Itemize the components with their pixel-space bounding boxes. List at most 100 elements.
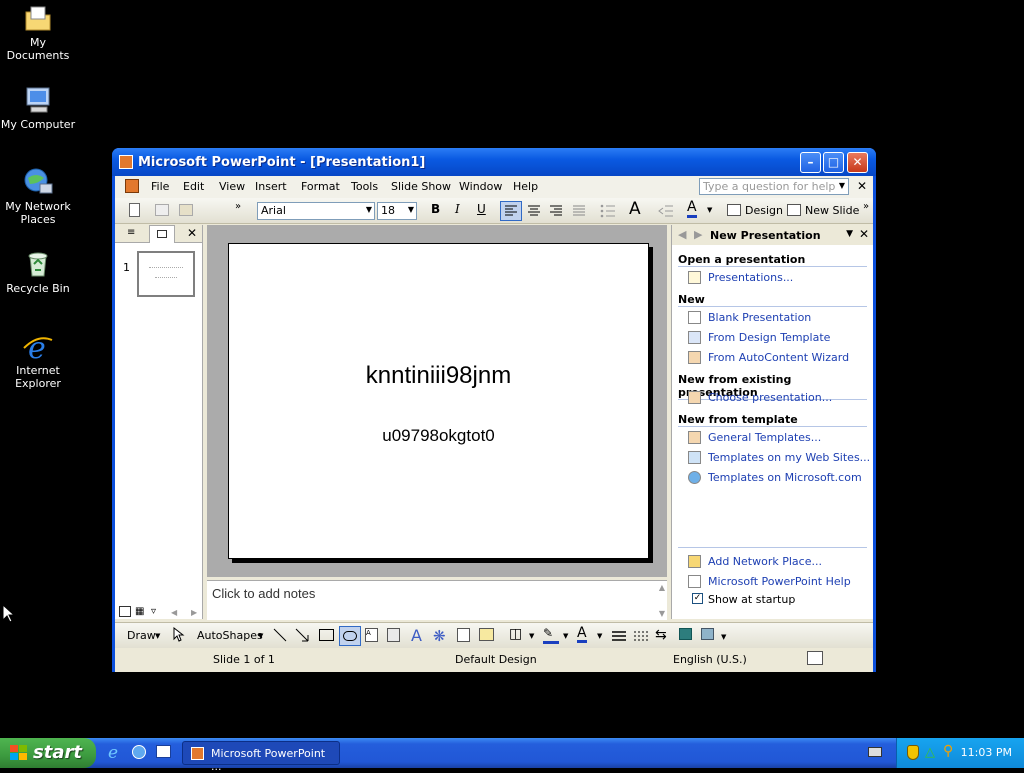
menu-edit[interactable]: Edit	[183, 180, 204, 193]
scroll-left-icon[interactable]: ◀	[171, 608, 177, 617]
fill-color-icon[interactable]: ◫	[509, 626, 522, 642]
forward-arrow-icon[interactable]: ▶	[694, 228, 702, 241]
align-left-button[interactable]	[500, 201, 522, 221]
help-dropdown-icon[interactable]: ▼	[839, 181, 845, 190]
font-color-dropdown-icon[interactable]: ▼	[707, 206, 712, 214]
close-button[interactable]: ✕	[847, 152, 868, 173]
powerpoint-help-link[interactable]: Microsoft PowerPoint Help	[708, 575, 851, 588]
font-name-select[interactable]: Arial ▼	[257, 202, 375, 220]
arrow-icon[interactable]	[295, 628, 309, 645]
decrease-indent-icon[interactable]	[657, 202, 675, 223]
desktop-icon-my-documents[interactable]: My Documents	[0, 2, 76, 62]
close-document-icon[interactable]: ✕	[857, 179, 867, 193]
picture-icon[interactable]	[479, 628, 494, 641]
font-color-icon[interactable]: A	[687, 200, 697, 218]
search-tray-icon[interactable]: ⚲	[943, 743, 953, 759]
rectangle-icon[interactable]	[319, 629, 334, 641]
from-design-template-link[interactable]: From Design Template	[708, 331, 830, 344]
normal-view-icon[interactable]	[119, 606, 131, 617]
italic-button[interactable]: I	[455, 202, 460, 216]
menu-slide-show[interactable]: Slide Show	[391, 180, 451, 193]
notes-pane[interactable]: Click to add notes ▲ ▼	[207, 580, 667, 620]
close-pane-icon[interactable]: ✕	[187, 226, 197, 240]
minimize-button[interactable]: –	[800, 152, 821, 173]
align-center-icon[interactable]	[525, 202, 543, 223]
desktop-icon-recycle-bin[interactable]: Recycle Bin	[0, 248, 76, 295]
back-arrow-icon[interactable]: ◀	[678, 228, 686, 241]
select-objects-icon[interactable]	[173, 626, 185, 646]
font-color-icon[interactable]: A	[577, 626, 587, 643]
wordart-icon[interactable]: A	[411, 626, 422, 645]
menu-window[interactable]: Window	[459, 180, 502, 193]
line-icon[interactable]	[273, 628, 287, 645]
autocontent-wizard-link[interactable]: From AutoContent Wizard	[708, 351, 849, 364]
security-shield-icon[interactable]	[907, 745, 919, 760]
copy-icon[interactable]	[155, 204, 169, 216]
desktop-icon-my-network-places[interactable]: My Network Places	[0, 166, 76, 226]
draw-menu-button[interactable]: Draw	[127, 629, 156, 642]
scroll-down-icon[interactable]: ▼	[659, 609, 665, 618]
show-desktop-icon[interactable]	[156, 745, 171, 758]
line-style-icon[interactable]	[611, 629, 627, 646]
help-question-input[interactable]: Type a question for help	[699, 178, 849, 195]
powerpoint-app-icon[interactable]	[119, 155, 133, 169]
show-at-startup-checkbox[interactable]: ✓	[692, 593, 703, 604]
slide-title[interactable]: knntiniii98jnm	[229, 362, 648, 390]
toolbar-options-icon[interactable]: »	[235, 201, 241, 212]
shadow-style-icon[interactable]	[679, 628, 692, 640]
outlook-express-quicklaunch-icon[interactable]	[132, 745, 146, 759]
new-slide-button[interactable]: New Slide	[805, 204, 859, 217]
desktop-icon-my-computer[interactable]: My Computer	[0, 84, 76, 131]
toolbar-options-icon[interactable]: ▼	[721, 633, 726, 641]
scroll-right-icon[interactable]: ▶	[191, 608, 197, 617]
document-menu-icon[interactable]	[125, 179, 139, 193]
toolbar-options-icon[interactable]: »	[863, 201, 869, 212]
3d-style-icon[interactable]	[701, 628, 714, 640]
bold-button[interactable]: B	[431, 202, 440, 216]
autoshapes-menu-button[interactable]: AutoShapes	[197, 629, 263, 642]
clip-art-icon[interactable]	[457, 628, 470, 642]
add-network-place-link[interactable]: Add Network Place...	[708, 555, 822, 568]
spelling-status-icon[interactable]	[807, 651, 823, 665]
text-box-icon[interactable]: A	[365, 628, 378, 642]
menu-insert[interactable]: Insert	[255, 180, 287, 193]
task-pane-dropdown-icon[interactable]: ▼	[846, 229, 853, 239]
slide-canvas[interactable]: knntiniii98jnm u09798okgtot0	[228, 243, 649, 559]
keyboard-icon[interactable]	[868, 747, 882, 757]
general-templates-link[interactable]: General Templates...	[708, 431, 821, 444]
internet-explorer-quicklaunch-icon[interactable]: e	[108, 743, 118, 763]
clock[interactable]: 11:03 PM	[961, 746, 1012, 759]
choose-presentation-link[interactable]: Choose presentation...	[708, 391, 832, 404]
menu-tools[interactable]: Tools	[351, 180, 378, 193]
justify-icon[interactable]	[570, 202, 588, 223]
templates-microsoft-link[interactable]: Templates on Microsoft.com	[708, 471, 862, 484]
menu-help[interactable]: Help	[513, 180, 538, 193]
slide-subtitle[interactable]: u09798okgtot0	[229, 426, 648, 446]
templates-web-sites-link[interactable]: Templates on my Web Sites...	[708, 451, 870, 464]
maximize-button[interactable]: □	[823, 152, 844, 173]
diagram-icon[interactable]: ❋	[433, 627, 446, 645]
slide-show-view-icon[interactable]: ▿	[151, 606, 156, 617]
menu-file[interactable]: File	[151, 180, 169, 193]
design-button[interactable]: Design	[745, 204, 783, 217]
presentations-link[interactable]: Presentations...	[708, 271, 793, 284]
taskbar-item-powerpoint[interactable]: Microsoft PowerPoint ...	[182, 741, 340, 773]
align-right-icon[interactable]	[547, 202, 565, 223]
desktop-icon-internet-explorer[interactable]: e Internet Explorer	[0, 330, 76, 390]
increase-font-size-icon[interactable]: A	[629, 199, 641, 219]
arrow-style-icon[interactable]: ⇆	[655, 627, 667, 643]
oval-button[interactable]	[339, 626, 361, 646]
vertical-text-box-icon[interactable]	[387, 628, 400, 642]
task-pane-close-icon[interactable]: ✕	[859, 227, 869, 241]
bullets-icon[interactable]	[599, 202, 617, 223]
outline-tab-icon[interactable]: ≡	[127, 227, 135, 238]
scroll-up-icon[interactable]: ▲	[659, 583, 665, 592]
menu-format[interactable]: Format	[301, 180, 340, 193]
dash-style-icon[interactable]	[633, 629, 649, 646]
slides-tab[interactable]	[149, 225, 175, 243]
new-document-icon[interactable]	[129, 203, 140, 217]
title-bar[interactable]: Microsoft PowerPoint - [Presentation1] –…	[112, 148, 876, 176]
line-color-icon[interactable]: ✎	[543, 626, 559, 644]
font-size-select[interactable]: 18 ▼	[377, 202, 417, 220]
paste-icon[interactable]	[179, 204, 193, 216]
